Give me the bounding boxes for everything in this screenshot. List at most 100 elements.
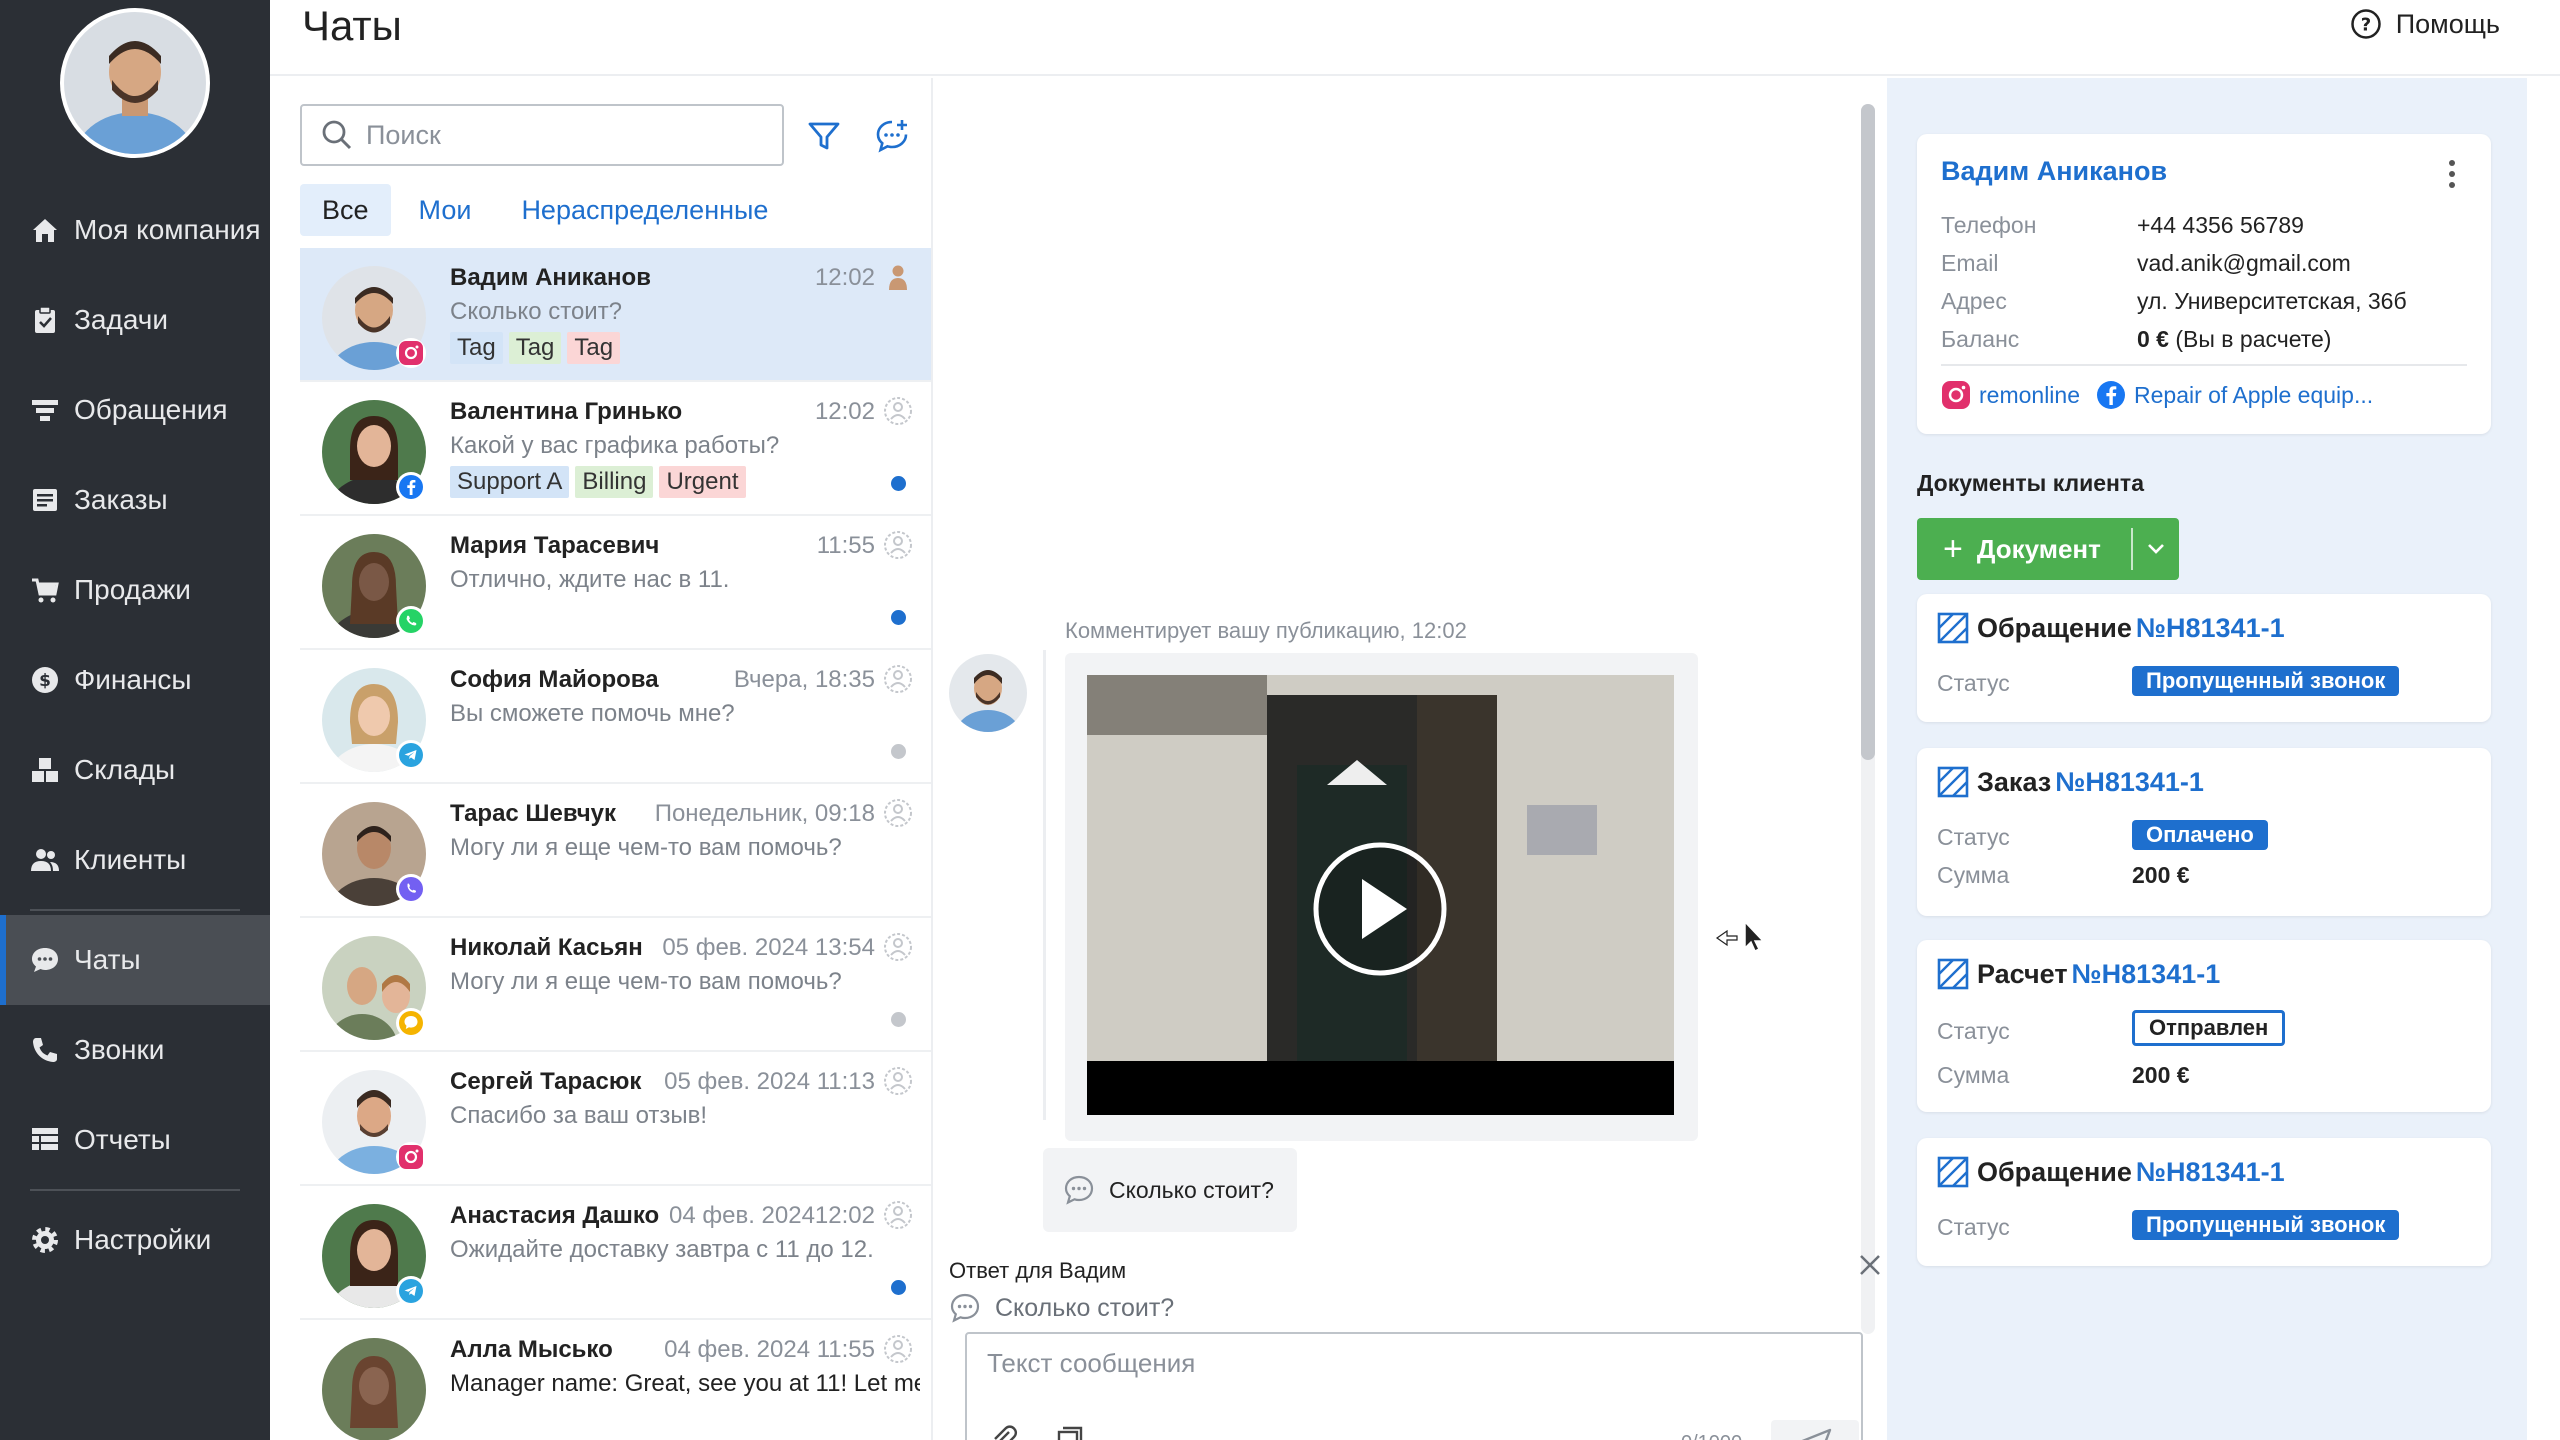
home-icon <box>33 219 57 242</box>
user-avatar[interactable] <box>60 8 210 158</box>
sidebar-divider <box>30 1189 240 1191</box>
template-icon[interactable] <box>1055 1424 1085 1440</box>
document-number-link[interactable]: №H81341-1 <box>2072 959 2221 990</box>
close-icon[interactable] <box>1855 1250 1885 1280</box>
document-number-link[interactable]: №H81341-1 <box>2136 613 2285 644</box>
sidebar-item-sales[interactable]: Продажи <box>0 545 270 635</box>
more-vertical-icon[interactable] <box>2437 156 2467 192</box>
help-label: Помощь <box>2395 8 2500 39</box>
reply-quote-text: Сколько стоит? <box>995 1293 1175 1322</box>
web-chat-icon <box>396 1008 426 1038</box>
unassigned-user-icon <box>884 397 912 425</box>
documents-title: Документы клиента <box>1917 470 2144 496</box>
balance-amount: 0 € <box>2137 326 2169 352</box>
add-document-button[interactable]: + Документ <box>1917 518 2179 580</box>
comment-icon <box>950 1293 980 1323</box>
sidebar: Моя компания Задачи Обращения Заказы Про… <box>0 0 270 1440</box>
phone-icon <box>33 1038 57 1062</box>
sidebar-item-calls[interactable]: Звонки <box>0 1005 270 1095</box>
unassigned-user-icon <box>884 665 912 693</box>
new-chat-icon[interactable] <box>874 118 910 154</box>
field-label: Баланс <box>1941 326 2020 352</box>
sidebar-item-warehouses[interactable]: Склады <box>0 725 270 815</box>
document-type: Расчет <box>1977 958 2068 989</box>
paperclip-icon[interactable] <box>989 1424 1019 1440</box>
sidebar-item-orders[interactable]: Заказы <box>0 455 270 545</box>
document-number-link[interactable]: №H81341-1 <box>2136 1157 2285 1188</box>
video-player[interactable] <box>1087 675 1674 1115</box>
contact-name: Алла Мысько <box>450 1336 613 1363</box>
client-channels: remonline Repair of Apple equip... <box>1941 380 2389 410</box>
sidebar-item-company[interactable]: Моя компания <box>0 185 270 275</box>
tab-mine[interactable]: Мои <box>397 184 494 236</box>
sidebar-item-tasks[interactable]: Задачи <box>0 275 270 365</box>
chat-icon <box>32 948 58 972</box>
message-preview: Сколько стоит? <box>450 298 623 325</box>
tab-all[interactable]: Все <box>300 184 391 236</box>
field-value: 0 € (Вы в расчете) <box>2137 326 2331 353</box>
message-time: 04 фев. 202412:02 <box>669 1202 875 1229</box>
status-badge: Пропущенный звонок <box>2132 1210 2400 1240</box>
chat-row[interactable]: Алла Мысько 04 фев. 2024 11:55 Manager n… <box>300 1320 931 1440</box>
client-name-link[interactable]: Вадим Аниканов <box>1941 156 2167 187</box>
chat-row[interactable]: Мария Тарасевич 11:55 Отлично, ждите нас… <box>300 516 931 650</box>
table-icon <box>32 1128 58 1150</box>
instagram-channel-link[interactable]: remonline <box>1941 380 2080 410</box>
chat-row[interactable]: Тарас Шевчук Понедельник, 09:18 Могу ли … <box>300 784 931 918</box>
chat-row[interactable]: Сергей Тарасюк 05 фев. 2024 11:13 Спасиб… <box>300 1052 931 1186</box>
chat-row[interactable]: Валентина Гринько 12:02 Какой у вас граф… <box>300 382 931 516</box>
document-card[interactable]: Расчет №H81341-1 Статус Отправлен Сумма 2… <box>1917 940 2491 1112</box>
document-card[interactable]: Заказ №H81341-1 Статус Оплачено Сумма 200… <box>1917 748 2491 916</box>
field-label: Телефон <box>1941 212 2037 238</box>
contact-name: Мария Тарасевич <box>450 532 660 559</box>
sidebar-item-label: Клиенты <box>74 844 187 875</box>
tag: Support A <box>450 466 570 498</box>
facebook-channel-link[interactable]: Repair of Apple equip... <box>2096 380 2373 410</box>
document-card[interactable]: Обращение №H81341-1 Статус Пропущенный зв… <box>1917 594 2491 722</box>
scrollbar-thumb[interactable] <box>1861 104 1875 760</box>
client-panel: Вадим Аниканов Телефон +44 4356 56789 Em… <box>1887 78 2527 1440</box>
sidebar-item-requests[interactable]: Обращения <box>0 365 270 455</box>
search-icon <box>322 120 352 150</box>
hatched-square-icon <box>1937 766 1969 798</box>
help-link[interactable]: ? Помощь <box>2350 8 2500 40</box>
field-value: vad.anik@gmail.com <box>2137 250 2351 276</box>
chat-row[interactable]: София Майорова Вчера, 18:35 Вы сможете п… <box>300 650 931 784</box>
send-button[interactable] <box>1771 1420 1859 1440</box>
facebook-icon <box>2097 381 2125 409</box>
tag: Tag <box>508 332 562 364</box>
conversation-scrollbar[interactable] <box>1861 104 1875 1334</box>
unread-dot <box>891 1280 906 1295</box>
chat-list-panel: Все Мои Нераспределенные Вадим Аниканов … <box>270 78 933 1440</box>
sidebar-item-settings[interactable]: Настройки <box>0 1195 270 1285</box>
tag: Urgent <box>659 466 746 498</box>
channel-label: remonline <box>1979 381 2080 408</box>
chat-row[interactable]: Николай Касьян 05 фев. 2024 13:54 Могу л… <box>300 918 931 1052</box>
button-divider <box>2131 528 2133 570</box>
search-box[interactable] <box>300 104 784 166</box>
sidebar-item-label: Финансы <box>74 664 192 695</box>
sidebar-item-label: Продажи <box>74 574 191 605</box>
sum-label: Сумма <box>1937 1062 2010 1088</box>
sidebar-item-finance[interactable]: $ Финансы <box>0 635 270 725</box>
sidebar-item-reports[interactable]: Отчеты <box>0 1095 270 1185</box>
filter-icon[interactable] <box>806 118 842 154</box>
sidebar-item-label: Обращения <box>74 394 228 425</box>
field-label: Адрес <box>1941 288 2007 314</box>
message-preview: Вы сможете помочь мне? <box>450 700 735 727</box>
sidebar-item-chats[interactable]: Чаты <box>0 915 270 1005</box>
sidebar-item-clients[interactable]: Клиенты <box>0 815 270 905</box>
message-input[interactable] <box>987 1348 1837 1408</box>
quoted-message: Сколько стоит? <box>1043 1148 1297 1232</box>
document-title: Заказ №H81341-1 <box>1937 766 2204 798</box>
tab-unassigned[interactable]: Нераспределенные <box>499 184 790 236</box>
search-input[interactable] <box>366 119 766 151</box>
viber-icon <box>396 874 426 904</box>
hatched-square-icon <box>1937 1156 1969 1188</box>
chat-row[interactable]: Вадим Аниканов 12:02 Сколько стоит? Tag … <box>300 248 931 382</box>
instagram-icon <box>396 1142 426 1172</box>
chat-row[interactable]: Анастасия Дашко 04 фев. 202412:02 Ожидай… <box>300 1186 931 1320</box>
chevron-down-icon[interactable] <box>2141 534 2171 564</box>
document-number-link[interactable]: №H81341-1 <box>2055 767 2204 798</box>
document-card[interactable]: Обращение №H81341-1 Статус Пропущенный зв… <box>1917 1138 2491 1266</box>
